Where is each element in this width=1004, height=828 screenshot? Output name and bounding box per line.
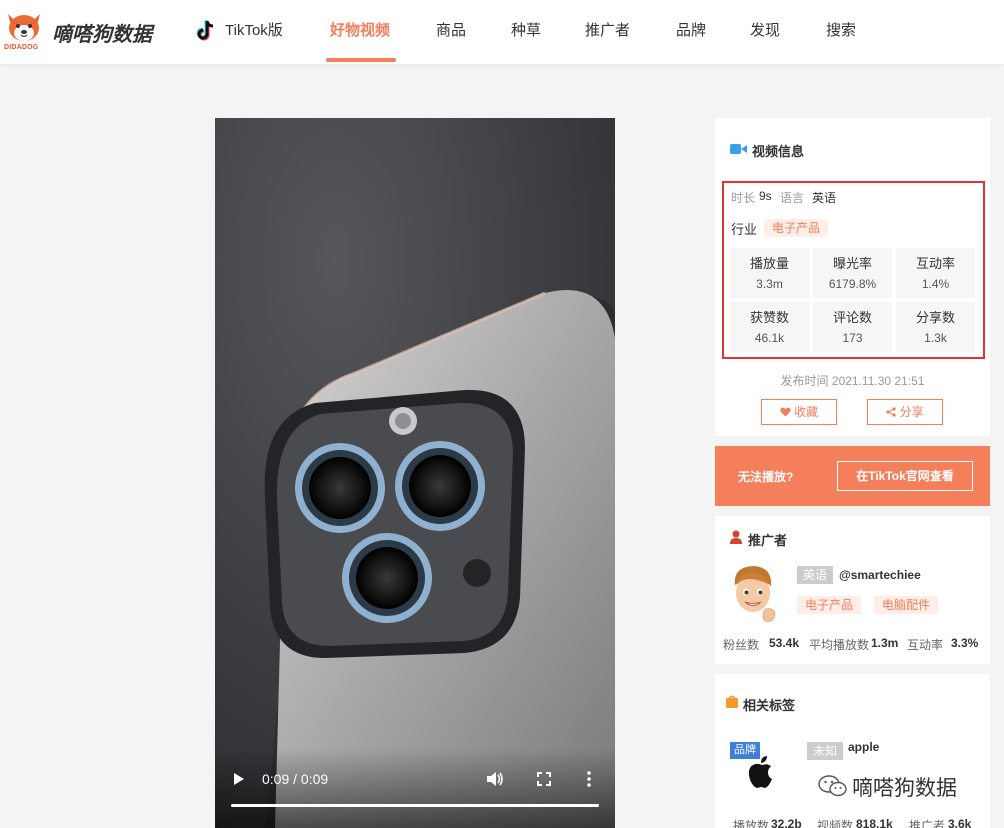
cannot-play-banner: 无法播放? 在TikTok官网查看 — [715, 446, 990, 506]
video-camera-icon — [730, 144, 747, 154]
promoter-title: 推广者 — [748, 533, 788, 548]
duration-label: 时长 — [731, 191, 756, 205]
publish-time-label: 发布时间 — [780, 374, 829, 388]
stat-likes-label: 获赞数 — [749, 310, 789, 325]
tag-bag-icon — [726, 695, 738, 708]
logo-subtext: DIDADOG — [4, 44, 39, 51]
unknown-tag: 未知 — [807, 742, 844, 760]
video-info-title: 视频信息 — [752, 144, 805, 159]
brand-name[interactable]: apple — [848, 740, 879, 754]
nav-products[interactable]: 商品 — [436, 0, 466, 64]
share-button-label: 分享 — [899, 405, 924, 419]
promoter-avg-plays-value: 1.3m — [871, 636, 899, 650]
nav-brands[interactable]: 品牌 — [676, 0, 706, 64]
video-frame-phone-camera — [215, 118, 615, 828]
top-nav-bar: DIDADOG 嘀嗒狗数据 TikTok版 好物视频 商品 种草 推广者 品牌 … — [0, 0, 1004, 64]
promoter-avatar[interactable] — [727, 563, 779, 623]
promoter-avg-plays-label: 平均播放数 — [809, 638, 870, 652]
nav-tiktok[interactable]: TikTok版 — [225, 0, 283, 64]
brand-plays-value: 32.2b — [771, 817, 802, 828]
share-button[interactable]: 分享 — [867, 399, 943, 425]
view-on-tiktok-button[interactable]: 在TikTok官网查看 — [837, 461, 973, 491]
heart-icon — [780, 407, 791, 417]
stat-plays: 播放量 3.3m — [730, 248, 809, 298]
stat-plays-label: 播放量 — [749, 256, 789, 271]
language-label: 语言 — [780, 191, 805, 205]
video-player[interactable]: 0:09 / 0:09 — [215, 118, 615, 828]
stat-exposure-label: 曝光率 — [832, 256, 872, 271]
promoter-engagement-value: 3.3% — [951, 636, 979, 650]
promoter-tag-electronics[interactable]: 电子产品 — [797, 596, 862, 614]
video-progress-bar[interactable] — [231, 804, 599, 807]
stat-shares: 分享数 1.3k — [896, 302, 975, 352]
wechat-icon — [818, 775, 847, 797]
language-value: 英语 — [812, 191, 837, 205]
logo-text: 嘀嗒狗数据 — [52, 24, 152, 46]
brand-videos-label: 视频数 — [817, 819, 854, 828]
stat-engagement-value: 1.4% — [921, 277, 950, 291]
stat-likes-value: 46.1k — [754, 331, 785, 345]
favorite-button[interactable]: 收藏 — [761, 399, 837, 425]
shiba-dog-logo-icon — [8, 14, 40, 41]
watermark-text: 嘀嗒狗数据 — [852, 777, 957, 800]
related-tags-title: 相关标签 — [743, 698, 796, 713]
site-logo[interactable]: DIDADOG 嘀嗒狗数据 — [4, 8, 154, 54]
promoter-tag-accessories[interactable]: 电脑配件 — [874, 596, 939, 614]
video-controls-overlay — [215, 748, 615, 828]
cannot-play-text: 无法播放? — [738, 470, 794, 484]
stat-comments: 评论数 173 — [813, 302, 892, 352]
stat-engagement: 互动率 1.4% — [896, 248, 975, 298]
fullscreen-icon[interactable] — [537, 772, 551, 786]
promoter-engagement-label: 互动率 — [907, 638, 944, 652]
share-icon — [886, 407, 896, 417]
publish-time: 发布时间 2021.11.30 21:51 — [715, 372, 990, 389]
stat-comments-value: 173 — [842, 331, 863, 345]
volume-icon[interactable] — [486, 771, 504, 787]
brand-promoters-label: 推广者 — [909, 819, 946, 828]
stat-exposure: 曝光率 6179.8% — [813, 248, 892, 298]
more-options-icon[interactable] — [587, 771, 591, 787]
brand-plays-label: 播放数 — [733, 819, 770, 828]
video-time-display: 0:09 / 0:09 — [262, 771, 329, 787]
stat-engagement-label: 互动率 — [915, 256, 955, 271]
nav-seeding[interactable]: 种草 — [511, 0, 541, 64]
industry-label: 行业 — [731, 222, 758, 237]
duration-value: 9s — [759, 189, 772, 203]
brand-promoters-value: 3.6k — [948, 817, 972, 828]
promoter-language-tag: 英语 — [797, 566, 834, 584]
promoter-followers-label: 粉丝数 — [723, 638, 760, 652]
brand-videos-value: 818.1k — [856, 817, 893, 828]
publish-time-value: 2021.11.30 21:51 — [831, 374, 925, 388]
nav-product-videos[interactable]: 好物视频 — [330, 0, 390, 64]
nav-search[interactable]: 搜索 — [826, 0, 856, 64]
person-icon — [730, 530, 742, 544]
stat-shares-label: 分享数 — [915, 310, 955, 325]
stat-shares-value: 1.3k — [924, 331, 947, 345]
promoter-handle[interactable]: @smartechiee — [839, 568, 921, 582]
nav-promoters[interactable]: 推广者 — [585, 0, 630, 64]
stat-likes: 获赞数 46.1k — [730, 302, 809, 352]
industry-tag[interactable]: 电子产品 — [764, 219, 829, 237]
tiktok-icon — [196, 20, 214, 41]
stat-plays-value: 3.3m — [756, 277, 783, 291]
favorite-button-label: 收藏 — [794, 405, 819, 419]
active-tab-indicator — [326, 58, 396, 62]
stat-comments-label: 评论数 — [832, 310, 872, 325]
nav-discover[interactable]: 发现 — [750, 0, 780, 64]
stat-exposure-value: 6179.8% — [828, 277, 877, 291]
promoter-followers-value: 53.4k — [769, 636, 800, 650]
apple-logo-icon — [748, 756, 772, 788]
play-icon[interactable] — [233, 772, 245, 786]
wechat-watermark: 嘀嗒狗数据 — [818, 770, 988, 800]
